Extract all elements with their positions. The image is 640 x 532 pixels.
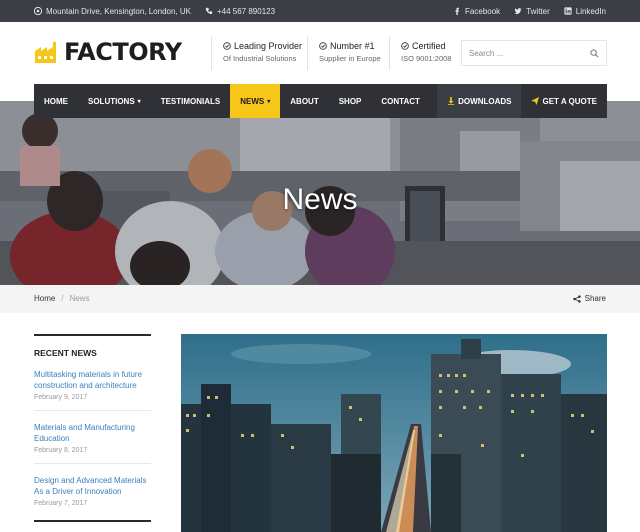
nav-label: SOLUTIONS — [88, 96, 135, 106]
nav-item-shop[interactable]: SHOP — [329, 84, 372, 118]
header-divider — [389, 36, 390, 70]
page-hero: News — [0, 101, 640, 285]
twitter-icon — [514, 8, 522, 14]
chevron-down-icon: ▾ — [137, 98, 141, 105]
location-icon — [34, 7, 42, 15]
header-info-title: Leading Provider — [234, 41, 303, 51]
facebook-label: Facebook — [465, 6, 501, 16]
header-info-subtitle: ISO 9001:2008 — [401, 54, 452, 63]
breadcrumb-separator: / — [61, 294, 64, 303]
search-placeholder: Search ... — [469, 48, 504, 58]
nav-item-testimonials[interactable]: TESTIMONIALS — [151, 84, 231, 118]
site-header: FACTORY Leading Provider Of Industrial S… — [0, 22, 640, 84]
nav-label: SHOP — [338, 96, 362, 106]
recent-post-link[interactable]: Multitasking materials in future constru… — [34, 369, 151, 391]
download-icon — [447, 97, 455, 105]
recent-post-date: February 9, 2017 — [34, 394, 88, 401]
recent-news-heading: RECENT NEWS — [34, 348, 97, 358]
phone-info[interactable]: +44 567 890123 — [205, 7, 275, 16]
paper-plane-icon — [531, 97, 540, 105]
site-logo[interactable]: FACTORY — [34, 38, 182, 66]
search-icon[interactable] — [590, 49, 599, 58]
nav-label: TESTIMONIALS — [160, 96, 221, 106]
sidebar: RECENT NEWS Multitasking materials in fu… — [34, 334, 151, 522]
quote-label: GET A QUOTE — [542, 96, 597, 106]
header-info-subtitle: Supplier in Europe — [319, 54, 381, 63]
header-info-provider: Leading Provider Of Industrial Solutions — [223, 41, 302, 63]
main-nav: HOME SOLUTIONS ▾ TESTIMONIALS NEWS ▾ ABOUT… — [34, 84, 607, 118]
phone-icon — [205, 7, 213, 15]
breadcrumb-bar: Home / News Share — [0, 285, 640, 313]
nav-item-contact[interactable]: CONTACT — [371, 84, 430, 118]
linkedin-link[interactable]: LinkedIn — [564, 7, 606, 16]
nav-item-news[interactable]: NEWS ▾ — [230, 84, 281, 118]
nav-item-home[interactable]: HOME — [34, 84, 78, 118]
recent-post-link[interactable]: Design and Advanced Materials As a Drive… — [34, 475, 151, 497]
city-night-photo — [181, 334, 607, 532]
header-info-title: Number #1 — [330, 41, 375, 51]
facebook-icon — [455, 7, 460, 15]
nav-label: ABOUT — [290, 96, 319, 106]
header-divider — [307, 36, 308, 70]
header-info-number-one: Number #1 Supplier in Europe — [319, 41, 381, 63]
chevron-down-icon: ▾ — [267, 98, 271, 105]
list-item: Materials and Manufacturing Education Fe… — [34, 411, 151, 464]
twitter-label: Twitter — [526, 6, 550, 16]
nav-label: CONTACT — [381, 96, 420, 106]
brand-name: FACTORY — [64, 38, 182, 66]
check-circle-icon — [223, 42, 231, 50]
header-info-subtitle: Of Industrial Solutions — [223, 54, 297, 63]
facebook-link[interactable]: Facebook — [453, 7, 500, 16]
sidebar-rule — [34, 334, 151, 336]
nav-label: HOME — [44, 96, 68, 106]
breadcrumb-home[interactable]: Home — [34, 294, 55, 303]
breadcrumb: Home / News — [34, 294, 90, 303]
twitter-link[interactable]: Twitter — [514, 7, 550, 16]
downloads-label: DOWNLOADS — [458, 96, 512, 106]
list-item: Multitasking materials in future constru… — [34, 358, 151, 411]
linkedin-icon — [564, 7, 572, 15]
page-title: News — [282, 183, 358, 216]
address-text: Mountain Drive, Kensington, London, UK — [46, 6, 191, 16]
header-info-title: Certified — [412, 41, 446, 51]
featured-news-image[interactable] — [181, 334, 607, 532]
get-quote-button[interactable]: GET A QUOTE — [521, 84, 607, 118]
breadcrumb-current: News — [69, 294, 90, 303]
address-info: Mountain Drive, Kensington, London, UK — [34, 7, 191, 16]
share-button[interactable]: Share — [572, 294, 606, 303]
header-divider — [211, 36, 212, 70]
share-label: Share — [584, 294, 606, 303]
linkedin-label: LinkedIn — [575, 6, 606, 16]
share-icon — [572, 294, 581, 303]
check-circle-icon — [319, 42, 327, 50]
recent-post-date: February 7, 2017 — [34, 500, 88, 507]
phone-text: +44 567 890123 — [216, 6, 276, 16]
nav-item-solutions[interactable]: SOLUTIONS ▾ — [78, 84, 151, 118]
search-input[interactable]: Search ... — [461, 40, 607, 66]
nav-item-about[interactable]: ABOUT — [280, 84, 328, 118]
downloads-button[interactable]: DOWNLOADS — [437, 84, 522, 118]
top-bar: Mountain Drive, Kensington, London, UK +… — [0, 0, 640, 22]
recent-post-link[interactable]: Materials and Manufacturing Education — [34, 422, 151, 444]
check-circle-icon — [401, 42, 409, 50]
header-info-certified: Certified ISO 9001:2008 — [401, 41, 451, 63]
recent-post-date: February 8, 2017 — [34, 447, 88, 454]
list-item: Design and Advanced Materials As a Drive… — [34, 464, 151, 516]
factory-logo-icon — [35, 42, 56, 63]
sidebar-rule — [34, 520, 151, 522]
nav-label: NEWS — [240, 96, 265, 106]
